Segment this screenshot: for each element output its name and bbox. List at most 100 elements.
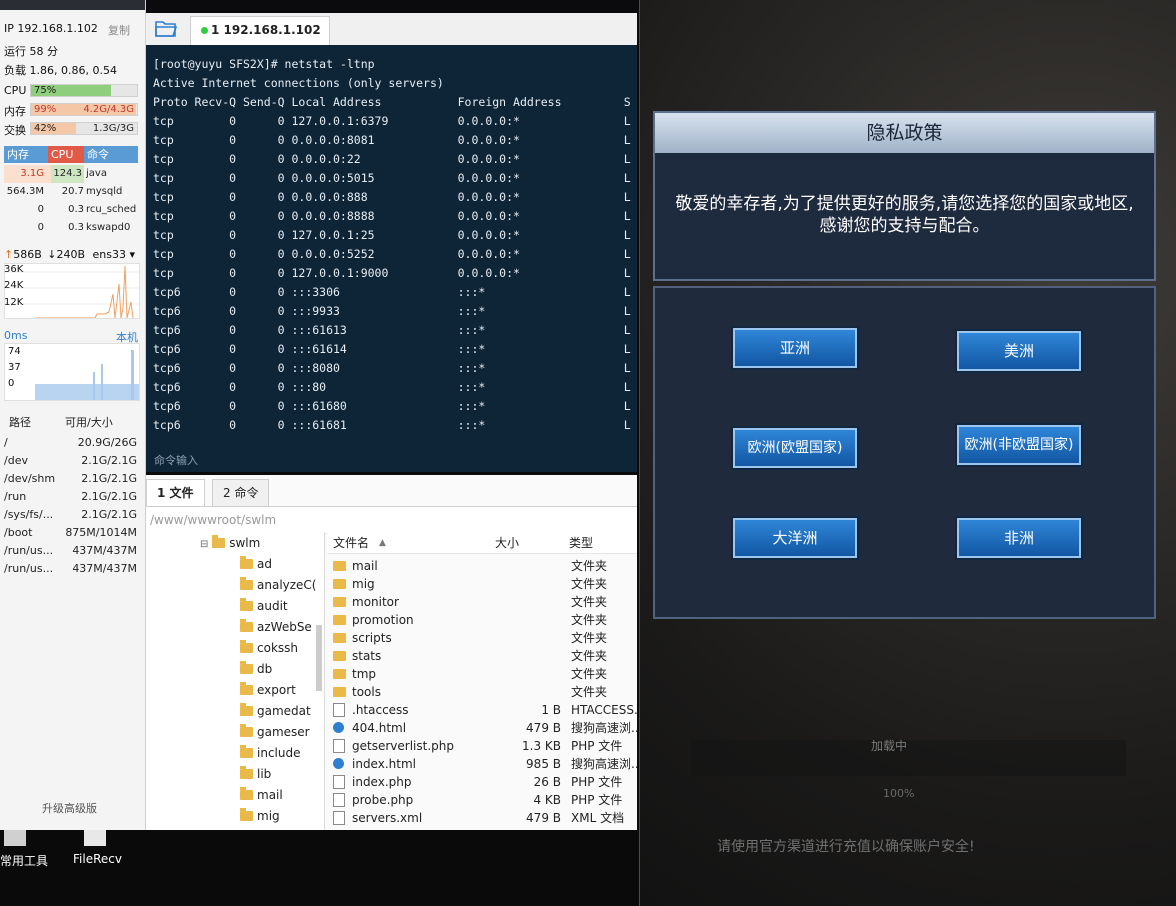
- file-row[interactable]: stats 文件夹: [327, 647, 637, 665]
- file-row[interactable]: index.html 985 B 搜狗高速浏...: [327, 755, 637, 773]
- file-name: tmp: [352, 667, 377, 681]
- region-button-africa[interactable]: 非洲: [957, 518, 1081, 558]
- tab-files[interactable]: 1 文件: [146, 479, 205, 506]
- dialog-message-line: 敬爱的幸存者,为了提供更好的服务,请您选择您的国家或地区,: [675, 194, 1134, 214]
- terminal-columns: Proto Recv-Q Send-Q Local Address Foreig…: [153, 95, 631, 109]
- chevron-down-icon[interactable]: ▾: [130, 248, 136, 261]
- mem-label: 内存: [4, 105, 26, 118]
- tree-item[interactable]: analyzeC(: [240, 575, 317, 596]
- latency-graph-svg: [35, 350, 139, 400]
- file-icon: [333, 739, 345, 753]
- file-type: PHP 文件: [571, 739, 623, 753]
- cpu-value: 75%: [34, 85, 57, 96]
- col-type-header[interactable]: 类型: [569, 533, 593, 553]
- file-row[interactable]: monitor 文件夹: [327, 593, 637, 611]
- upgrade-link[interactable]: 升级高级版: [42, 800, 97, 816]
- tree-item[interactable]: gameser: [240, 722, 310, 743]
- tree-item[interactable]: mig: [240, 806, 280, 827]
- tree-item[interactable]: azWebSe: [240, 617, 312, 638]
- dialog-message-line: 感谢您的支持与配合。: [819, 216, 990, 236]
- col-size-header[interactable]: 大小: [495, 533, 519, 553]
- tree-item-label: gamedat: [257, 704, 311, 718]
- folder-icon[interactable]: [84, 830, 106, 846]
- command-input[interactable]: 命令输入: [154, 452, 198, 468]
- file-row[interactable]: promotion 文件夹: [327, 611, 637, 629]
- uptime: 运行 58 分: [4, 45, 58, 58]
- tree-item-label: gameser: [257, 725, 310, 739]
- tree-item[interactable]: audit: [240, 596, 288, 617]
- tree-item[interactable]: ad: [240, 554, 272, 575]
- file-icon: [333, 703, 345, 717]
- tree-scrollbar[interactable]: [316, 625, 322, 691]
- folder-open-icon[interactable]: [154, 18, 178, 38]
- folder-icon: [240, 724, 253, 737]
- region-button-americas[interactable]: 美洲: [957, 331, 1081, 371]
- terminal[interactable]: [root@yuyu SFS2X]# netstat -ltnp Active …: [146, 45, 637, 472]
- proc-header-cmd[interactable]: 命令: [84, 146, 138, 163]
- file-type: PHP 文件: [571, 793, 623, 807]
- copy-ip-button[interactable]: 复制: [108, 22, 130, 38]
- file-row[interactable]: getserverlist.php 1.3 KB PHP 文件: [327, 737, 637, 755]
- tab-commands[interactable]: 2 命令: [212, 479, 270, 506]
- proc-header-cpu[interactable]: CPU: [48, 146, 84, 163]
- region-button-europe-eu[interactable]: 欧洲(欧盟国家): [733, 428, 857, 468]
- folder-icon: [240, 640, 253, 653]
- file-name: .htaccess: [352, 703, 409, 717]
- folder-icon: [333, 633, 346, 643]
- region-selection-panel: 亚洲 美洲 欧洲(欧盟国家) 欧洲(非欧盟国家) 大洋洲 非洲: [653, 286, 1156, 619]
- file-name: scripts: [352, 631, 392, 645]
- region-button-oceania[interactable]: 大洋洲: [733, 518, 857, 558]
- network-graph: [4, 263, 140, 319]
- latency-tick: 0: [8, 378, 15, 389]
- file-row[interactable]: mail 文件夹: [327, 557, 637, 575]
- folder-tree: ⊟ swlm ad analyzeC(audit azWebSe cokssh db ex…: [146, 533, 325, 830]
- file-row[interactable]: mig 文件夹: [327, 575, 637, 593]
- net-tick: 24K: [4, 280, 24, 291]
- folder-icon: [240, 766, 253, 779]
- file-row[interactable]: tmp 文件夹: [327, 665, 637, 683]
- file-row[interactable]: index.php 26 B PHP 文件: [327, 773, 637, 791]
- path-bar[interactable]: /www/wwwroot/swlm: [146, 506, 637, 534]
- file-row[interactable]: probe.php 4 KB PHP 文件: [327, 791, 637, 809]
- tree-item[interactable]: cokssh: [240, 638, 298, 659]
- desktop-icon-label[interactable]: 常用工具: [0, 852, 48, 869]
- tab-session-1[interactable]: 1 192.168.1.102: [190, 16, 330, 45]
- col-name-header[interactable]: 文件名: [333, 533, 369, 553]
- file-name: promotion: [352, 613, 414, 627]
- file-name: servers.xml: [352, 811, 423, 825]
- desktop-icon-label[interactable]: FileRecv: [73, 852, 122, 866]
- file-row[interactable]: 404.html 479 B 搜狗高速浏...: [327, 719, 637, 737]
- disk-row: /run/us... 437M/437M: [4, 562, 137, 575]
- file-type: 文件夹: [571, 649, 608, 663]
- tree-item[interactable]: db: [240, 659, 272, 680]
- file-row[interactable]: scripts 文件夹: [327, 629, 637, 647]
- tree-item[interactable]: mail: [240, 785, 283, 806]
- terminal-prompt: [root@yuyu SFS2X]# netstat -ltnp: [153, 57, 375, 71]
- file-name: index.html: [352, 757, 416, 771]
- region-button-europe-non-eu[interactable]: 欧洲(非欧盟国家): [957, 425, 1081, 465]
- region-button-asia[interactable]: 亚洲: [733, 328, 857, 368]
- file-row[interactable]: .htaccess 1 B HTACCESS...: [327, 701, 637, 719]
- tree-item[interactable]: include: [240, 743, 300, 764]
- terminal-row: tcp6 0 0 :::9933 :::* L: [153, 304, 631, 318]
- cpu-label: CPU: [4, 84, 27, 97]
- file-row[interactable]: tools 文件夹: [327, 683, 637, 701]
- toolbox-icon[interactable]: [4, 830, 26, 846]
- tree-item[interactable]: lib: [240, 764, 271, 785]
- folder-icon: [240, 577, 253, 590]
- folder-icon: [333, 615, 346, 625]
- process-row: 0 0.3 rcu_sched: [37, 204, 137, 215]
- swap-label: 交换: [4, 124, 26, 137]
- tree-item[interactable]: gamedat: [240, 701, 311, 722]
- disk-row: /20.9G/26G: [4, 436, 137, 449]
- file-size: 1.3 KB: [522, 739, 561, 753]
- file-size: 479 B: [526, 721, 561, 735]
- tree-item-root[interactable]: ⊟ swlm: [200, 533, 260, 554]
- path-input[interactable]: /www/wwwroot/swlm: [150, 513, 276, 527]
- file-row[interactable]: servers.xml 479 B XML 文档: [327, 809, 637, 827]
- terminal-row: tcp 0 0 0.0.0.0:8888 0.0.0.0:* L: [153, 209, 631, 223]
- terminal-header: Active Internet connections (only server…: [153, 76, 444, 90]
- tree-item[interactable]: export: [240, 680, 296, 701]
- net-iface[interactable]: ens33: [93, 248, 126, 261]
- proc-header-mem[interactable]: 内存: [4, 146, 48, 163]
